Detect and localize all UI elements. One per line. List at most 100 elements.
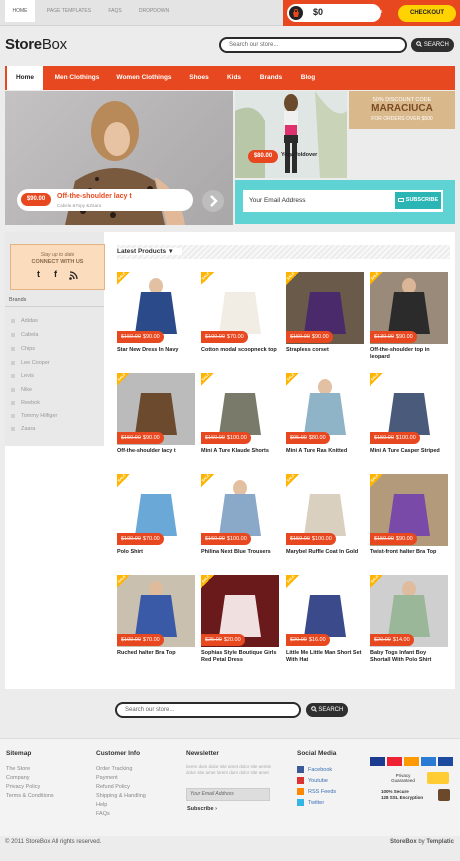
product-name[interactable]: Ruched halter Bra Top (117, 650, 195, 657)
footer-email-input[interactable]: Your Email Address (186, 788, 270, 801)
product-card[interactable]: SALE $150.00 $100.00 Mini A Ture Casper Str… (370, 373, 448, 455)
brand-item[interactable]: Lee Cooper (11, 360, 50, 366)
product-name[interactable]: Polo Shirt (117, 549, 195, 556)
product-image[interactable]: SALE $150.00 $90.00 (286, 272, 364, 344)
product-card[interactable]: SALE $150.00 $100.00 Marybel Ruffle Coat In… (286, 474, 364, 556)
footer-link[interactable]: Shipping & Handling (96, 793, 146, 799)
brand-item[interactable]: Tommy Hilfiger (11, 413, 57, 419)
product-image[interactable]: SALE $130.00 $90.00 (370, 272, 448, 344)
brand-item[interactable]: Cabela (11, 332, 38, 338)
brand-item[interactable]: Adidas (11, 318, 38, 324)
search-input[interactable]: Search our store... (219, 37, 407, 53)
footer-link[interactable]: Help (96, 802, 107, 808)
product-card[interactable]: SALE $20.00 $14.00 Baby Togs Infant Boy Sho… (370, 575, 448, 664)
product-card[interactable]: SALE $150.00 $100.00 Philina Next Blue Trou… (201, 474, 279, 556)
rss-icon[interactable] (69, 271, 78, 280)
product-name[interactable]: Mini A Ture Casper Striped (370, 448, 448, 455)
product-image[interactable]: SALE $150.00 $100.00 (286, 474, 364, 546)
footer-link[interactable]: Payment (96, 775, 118, 781)
top-link-faqs[interactable]: FAQS (102, 0, 128, 22)
product-name[interactable]: Cotton modal scoopneck top (201, 347, 279, 354)
product-card[interactable]: SALE $150.00 $90.00 Off-the-shoulder lacy t (117, 373, 195, 455)
product-name[interactable]: Twist-front halter Bra Top (370, 549, 448, 556)
promo-banner[interactable]: 50% DISCOUNT CODE MARACIUCA FOR ORDERS O… (349, 91, 455, 129)
search-input-bottom[interactable]: Search our store... (115, 702, 301, 718)
product-name[interactable]: Little Me Little Man Short Set With Hat (286, 650, 364, 664)
product-card[interactable]: SALE $100.00 $70.00 Ruched halter Bra Top (117, 575, 195, 657)
brand-item[interactable]: Zaara (11, 426, 35, 432)
brand-item[interactable]: Reebok (11, 400, 40, 406)
facebook-icon[interactable]: f (54, 270, 63, 279)
brand-item[interactable]: Levis (11, 373, 34, 379)
product-name[interactable]: Mini A Ture Ras Knitted (286, 448, 364, 455)
product-card[interactable]: SALE $130.00 $90.00 Off-the-shoulder top in… (370, 272, 448, 361)
top-link-home[interactable]: HOME (5, 0, 35, 22)
newsletter-email-input[interactable]: Your Email Address (249, 197, 306, 204)
nav-men-clothings[interactable]: Men Clothings (49, 66, 105, 90)
brand-item[interactable]: Chips (11, 346, 35, 352)
product-card[interactable]: SALE $150.00 $90.00 Star New Dress In Navy (117, 272, 195, 354)
product-image[interactable]: SALE $150.00 $90.00 (117, 272, 195, 344)
latest-products-header[interactable]: Latest Products ▾ (117, 245, 450, 259)
product-name[interactable]: Baby Togs Infant Boy Shortall With Polo … (370, 650, 448, 664)
product-card[interactable]: SALE $150.00 $90.00 Strapless corset (286, 272, 364, 354)
product-name[interactable]: Sophias Style Boutique Girls Red Petal D… (201, 650, 279, 664)
footer-link[interactable]: Order Tracking (96, 766, 132, 772)
footer-social-youtube[interactable]: Youtube (308, 778, 328, 784)
feature-product-image[interactable]: $80.00 Yoga foldover (235, 91, 347, 178)
footer-link[interactable]: Refund Policy (96, 784, 130, 790)
nav-brands[interactable]: Brands (254, 66, 288, 90)
product-card[interactable]: SALE $100.00 $70.00 Polo Shirt (117, 474, 195, 556)
footer-link[interactable]: Company (6, 775, 30, 781)
footer-social-rss[interactable]: RSS Feeds (308, 789, 336, 795)
footer-link[interactable]: FAQs (96, 811, 110, 817)
nav-kids[interactable]: Kids (221, 66, 247, 90)
product-card[interactable]: SALE $95.00 $80.00 Mini A Ture Ras Knitted (286, 373, 364, 455)
subscribe-button[interactable]: SUBSCRIBE (395, 192, 441, 209)
footer-link[interactable]: Privacy Policy (6, 784, 40, 790)
footer-social-twitter[interactable]: Twitter (308, 800, 324, 806)
product-image[interactable]: SALE $100.00 $70.00 (117, 575, 195, 647)
product-image[interactable]: SALE $150.00 $100.00 (370, 373, 448, 445)
footer-subscribe-button[interactable]: Subscribe › (187, 806, 217, 812)
product-name[interactable]: Off-the-shoulder lacy t (117, 448, 195, 455)
footer-social-facebook[interactable]: Facebook (308, 767, 332, 773)
product-image[interactable]: SALE $150.00 $90.00 (370, 474, 448, 546)
product-name[interactable]: Off-the-shoulder top in leopard (370, 347, 448, 361)
brand-item[interactable]: Nike (11, 387, 32, 393)
product-image[interactable]: SALE $150.00 $90.00 (117, 373, 195, 445)
product-image[interactable]: SALE $20.00 $16.00 (286, 575, 364, 647)
product-card[interactable]: SALE $100.00 $70.00 Cotton modal scoopneck … (201, 272, 279, 354)
product-image[interactable]: SALE $100.00 $70.00 (117, 474, 195, 546)
checkout-button[interactable]: CHECKOUT (398, 5, 456, 22)
product-image[interactable]: SALE $100.00 $70.00 (201, 272, 279, 344)
product-name[interactable]: Mini A Ture Klaude Shorts (201, 448, 279, 455)
next-slide-button[interactable] (202, 190, 224, 212)
product-name[interactable]: Star New Dress In Navy (117, 347, 195, 354)
footer-link[interactable]: Terms & Conditions (6, 793, 54, 799)
store-logo[interactable]: StoreBox (5, 36, 67, 53)
product-image[interactable]: SALE $20.00 $14.00 (370, 575, 448, 647)
twitter-icon[interactable]: t (37, 270, 46, 279)
product-image[interactable]: SALE $150.00 $100.00 (201, 474, 279, 546)
product-name[interactable]: Marybel Ruffle Coat In Gold (286, 549, 364, 556)
product-image[interactable]: SALE $150.00 $100.00 (201, 373, 279, 445)
nav-women-clothings[interactable]: Women Clothings (112, 66, 176, 90)
product-card[interactable]: SALE $150.00 $90.00 Twist-front halter Bra … (370, 474, 448, 556)
footer-link[interactable]: The Store (6, 766, 30, 772)
product-name[interactable]: Philina Next Blue Trousers (201, 549, 279, 556)
product-card[interactable]: SALE $20.00 $16.00 Little Me Little Man Sho… (286, 575, 364, 664)
top-link-dropdown[interactable]: DROPDOWN (134, 0, 174, 22)
nav-blog[interactable]: Blog (294, 66, 322, 90)
search-button-bottom[interactable]: SEARCH (306, 703, 348, 717)
hero-caption[interactable]: $90.00 Off-the-shoulder lacy t Cabela &T… (17, 189, 193, 211)
product-name[interactable]: Strapless corset (286, 347, 364, 354)
product-card[interactable]: SALE $25.00 $20.00 Sophias Style Boutique G… (201, 575, 279, 664)
search-button[interactable]: SEARCH (411, 38, 454, 52)
nav-home[interactable]: Home (7, 66, 43, 90)
product-card[interactable]: SALE $150.00 $100.00 Mini A Ture Klaude Sho… (201, 373, 279, 455)
top-link-page-templates[interactable]: PAGE TEMPLATES (40, 0, 98, 22)
product-image[interactable]: SALE $95.00 $80.00 (286, 373, 364, 445)
product-image[interactable]: SALE $25.00 $20.00 (201, 575, 279, 647)
nav-shoes[interactable]: Shoes (183, 66, 215, 90)
